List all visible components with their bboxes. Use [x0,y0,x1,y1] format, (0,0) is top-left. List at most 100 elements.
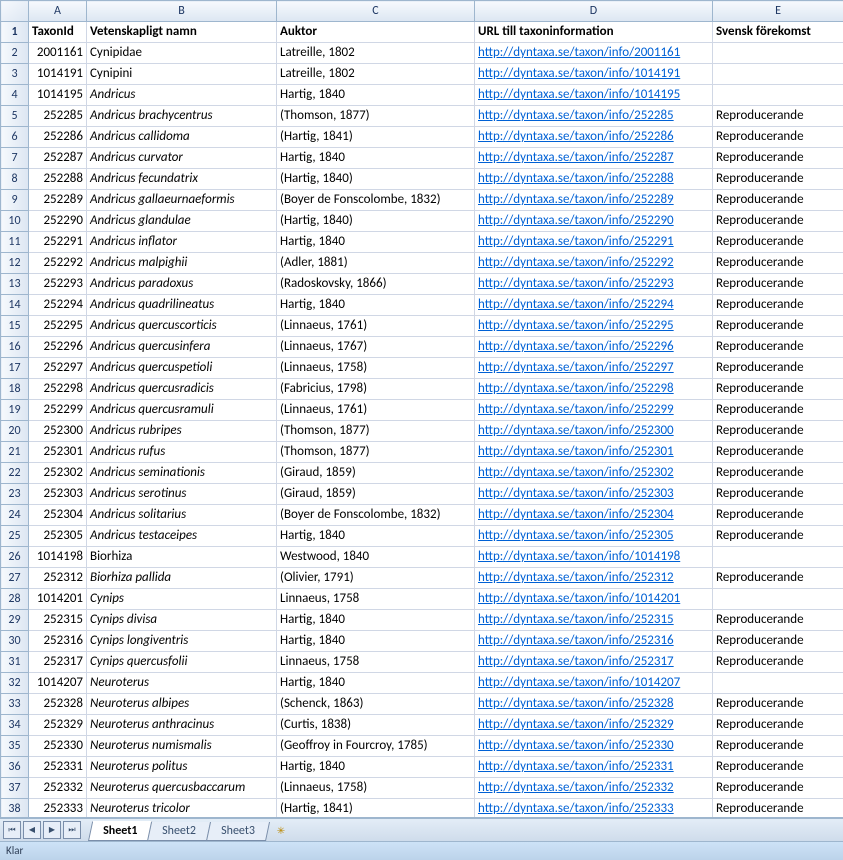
cell-url[interactable]: http://dyntaxa.se/taxon/info/252290 [475,211,713,232]
table-row[interactable]: 19252299Andricus quercusramuli(Linnaeus,… [1,400,843,421]
cell-occurrence[interactable]: Reproducerande [713,778,843,799]
table-row[interactable]: 16252296Andricus quercusinfera(Linnaeus,… [1,337,843,358]
cell-author[interactable]: (Hartig, 1840) [277,169,475,190]
table-row[interactable]: 281014201CynipsLinnaeus, 1758http://dynt… [1,589,843,610]
taxon-link[interactable]: http://dyntaxa.se/taxon/info/252304 [478,507,674,522]
taxon-link[interactable]: http://dyntaxa.se/taxon/info/252291 [478,234,674,249]
taxon-link[interactable]: http://dyntaxa.se/taxon/info/1014195 [478,87,680,102]
cell-name[interactable]: Cynipini [87,64,277,85]
grid[interactable]: A B C D E 1TaxonIdVetenskapligt namnAukt… [0,0,843,818]
cell-url[interactable]: http://dyntaxa.se/taxon/info/252287 [475,148,713,169]
cell-author[interactable]: (Radoskovsky, 1866) [277,274,475,295]
cell-taxonid[interactable]: 252330 [29,736,87,757]
cell-occurrence[interactable]: Reproducerande [713,337,843,358]
taxon-link[interactable]: http://dyntaxa.se/taxon/info/1014201 [478,591,680,606]
tab-nav-prev[interactable]: ◀ [23,821,41,839]
cell-url[interactable]: http://dyntaxa.se/taxon/info/1014207 [475,673,713,694]
row-header[interactable]: 18 [1,379,29,400]
cell-taxonid[interactable]: 252287 [29,148,87,169]
taxon-link[interactable]: http://dyntaxa.se/taxon/info/1014198 [478,549,680,564]
cell-taxonid[interactable]: 252290 [29,211,87,232]
table-row[interactable]: 7252287Andricus curvatorHartig, 1840http… [1,148,843,169]
cell-name[interactable]: Andricus paradoxus [87,274,277,295]
taxon-link[interactable]: http://dyntaxa.se/taxon/info/252329 [478,717,674,732]
cell-occurrence[interactable] [713,673,843,694]
row-header[interactable]: 23 [1,484,29,505]
cell-url[interactable]: http://dyntaxa.se/taxon/info/252295 [475,316,713,337]
cell-name[interactable]: Cynips longiventris [87,631,277,652]
cell-name[interactable]: Andricus [87,85,277,106]
cell-taxonid[interactable]: 252305 [29,526,87,547]
table-row[interactable]: 14252294Andricus quadrilineatusHartig, 1… [1,295,843,316]
row-header[interactable]: 27 [1,568,29,589]
table-row[interactable]: 10252290Andricus glandulae(Hartig, 1840)… [1,211,843,232]
cell-taxonid[interactable]: 252333 [29,799,87,819]
taxon-link[interactable]: http://dyntaxa.se/taxon/info/252299 [478,402,674,417]
taxon-link[interactable]: http://dyntaxa.se/taxon/info/252328 [478,696,674,711]
cell-taxonid[interactable]: 1014198 [29,547,87,568]
cell-taxonid[interactable]: 252297 [29,358,87,379]
cell-occurrence[interactable] [713,547,843,568]
row-header[interactable]: 31 [1,652,29,673]
cell-name[interactable]: Cynipidae [87,43,277,64]
taxon-link[interactable]: http://dyntaxa.se/taxon/info/1014207 [478,675,680,690]
cell-occurrence[interactable] [713,64,843,85]
row-header[interactable]: 2 [1,43,29,64]
cell-name[interactable]: Andricus quercuspetioli [87,358,277,379]
cell-occurrence[interactable]: Reproducerande [713,316,843,337]
table-row[interactable]: 13252293Andricus paradoxus(Radoskovsky, … [1,274,843,295]
cell-author[interactable]: (Olivier, 1791) [277,568,475,589]
cell-name[interactable]: Andricus rufus [87,442,277,463]
taxon-link[interactable]: http://dyntaxa.se/taxon/info/252298 [478,381,674,396]
cell-occurrence[interactable]: Reproducerande [713,442,843,463]
cell-url[interactable]: http://dyntaxa.se/taxon/info/252285 [475,106,713,127]
cell-name[interactable]: Neuroterus quercusbaccarum [87,778,277,799]
cell-taxonid[interactable]: 252301 [29,442,87,463]
cell-taxonid[interactable]: 252286 [29,127,87,148]
row-header[interactable]: 7 [1,148,29,169]
cell-taxonid[interactable]: 252285 [29,106,87,127]
cell-name[interactable]: Andricus solitarius [87,505,277,526]
row-header[interactable]: 14 [1,295,29,316]
table-row[interactable]: 15252295Andricus quercuscorticis(Linnaeu… [1,316,843,337]
cell-author[interactable]: (Hartig, 1841) [277,799,475,819]
cell-url[interactable]: http://dyntaxa.se/taxon/info/252312 [475,568,713,589]
table-row[interactable]: 22001161CynipidaeLatreille, 1802http://d… [1,43,843,64]
table-row[interactable]: 321014207NeuroterusHartig, 1840http://dy… [1,673,843,694]
row-header[interactable]: 8 [1,169,29,190]
cell-name[interactable]: Andricus quercusramuli [87,400,277,421]
cell-occurrence[interactable]: Reproducerande [713,169,843,190]
cell-occurrence[interactable]: Reproducerande [713,505,843,526]
cell-url[interactable]: http://dyntaxa.se/taxon/info/2001161 [475,43,713,64]
table-row[interactable]: 11252291Andricus inflatorHartig, 1840htt… [1,232,843,253]
new-sheet-icon[interactable]: ✳ [273,822,289,838]
taxon-link[interactable]: http://dyntaxa.se/taxon/info/252315 [478,612,674,627]
cell-url[interactable]: http://dyntaxa.se/taxon/info/252331 [475,757,713,778]
table-row[interactable]: 22252302Andricus seminationis(Giraud, 18… [1,463,843,484]
table-row[interactable]: 12252292Andricus malpighii(Adler, 1881)h… [1,253,843,274]
cell-occurrence[interactable]: Reproducerande [713,190,843,211]
cell-taxonid[interactable]: 252317 [29,652,87,673]
cell-taxonid[interactable]: 252302 [29,463,87,484]
cell-url[interactable]: http://dyntaxa.se/taxon/info/252328 [475,694,713,715]
cell-author[interactable]: (Giraud, 1859) [277,463,475,484]
taxon-link[interactable]: http://dyntaxa.se/taxon/info/252297 [478,360,674,375]
cell-url[interactable]: http://dyntaxa.se/taxon/info/252302 [475,463,713,484]
cell-name[interactable]: Andricus rubripes [87,421,277,442]
cell-url[interactable]: http://dyntaxa.se/taxon/info/252329 [475,715,713,736]
table-row[interactable]: 36252331Neuroterus politusHartig, 1840ht… [1,757,843,778]
cell-occurrence[interactable]: Reproducerande [713,295,843,316]
row-header[interactable]: 37 [1,778,29,799]
taxon-link[interactable]: http://dyntaxa.se/taxon/info/252316 [478,633,674,648]
table-row[interactable]: 35252330Neuroterus numismalis(Geoffroy i… [1,736,843,757]
row-header[interactable]: 30 [1,631,29,652]
cell-url[interactable]: http://dyntaxa.se/taxon/info/252291 [475,232,713,253]
col-header-A[interactable]: A [29,1,87,22]
cell-author[interactable]: Hartig, 1840 [277,148,475,169]
col-header-D[interactable]: D [475,1,713,22]
cell-url[interactable]: http://dyntaxa.se/taxon/info/252330 [475,736,713,757]
cell-author[interactable]: (Linnaeus, 1767) [277,337,475,358]
cell-taxonid[interactable]: 252291 [29,232,87,253]
col-header-E[interactable]: E [713,1,843,22]
cell[interactable]: URL till taxoninformation [475,22,713,43]
